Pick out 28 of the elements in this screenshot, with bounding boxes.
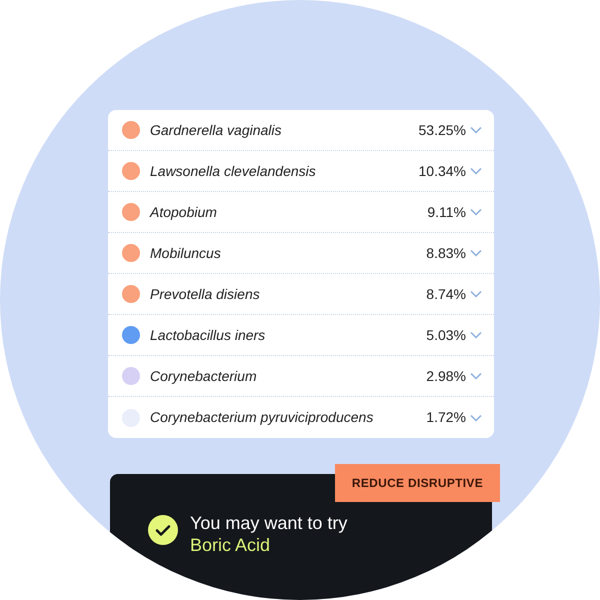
- species-name: Lactobacillus iners: [150, 326, 266, 344]
- species-name: Lawsonella clevelandensis: [150, 162, 317, 180]
- species-name: Corynebacterium: [150, 366, 258, 386]
- percentage: 10.34%: [418, 162, 466, 180]
- species-name: Mobiluncus: [150, 244, 222, 262]
- percentage: 53.25%: [418, 120, 466, 140]
- chevron-icon[interactable]: [470, 249, 482, 257]
- check-icon: [148, 515, 178, 545]
- percentage: 8.83%: [426, 244, 466, 262]
- percentage: 9.11%: [427, 202, 466, 222]
- species-name: Corynebacterium pyruviciproducens: [150, 408, 374, 427]
- species-name: Prevotella disiens: [150, 284, 261, 304]
- percentage: 8.74%: [426, 284, 466, 304]
- suggestion-text: You may want to try: [190, 512, 348, 534]
- product-name: Boric Acid: [190, 534, 272, 556]
- chevron-icon[interactable]: [470, 414, 482, 422]
- chevron-icon[interactable]: [470, 290, 482, 298]
- species-name: Atopobium: [150, 202, 218, 222]
- category-badge: REDUCE DISRUPTIVE: [334, 464, 500, 502]
- chevron-icon[interactable]: [470, 331, 482, 339]
- chevron-icon[interactable]: [470, 126, 482, 134]
- species-name: Gardnerella vaginalis: [150, 120, 283, 140]
- chevron-icon[interactable]: [470, 167, 482, 175]
- percentage: 2.98%: [426, 366, 466, 386]
- chevron-icon[interactable]: [470, 372, 482, 380]
- percentage: 5.03%: [426, 326, 466, 344]
- chevron-icon[interactable]: [470, 208, 482, 216]
- percentage: 1.72%: [426, 408, 466, 427]
